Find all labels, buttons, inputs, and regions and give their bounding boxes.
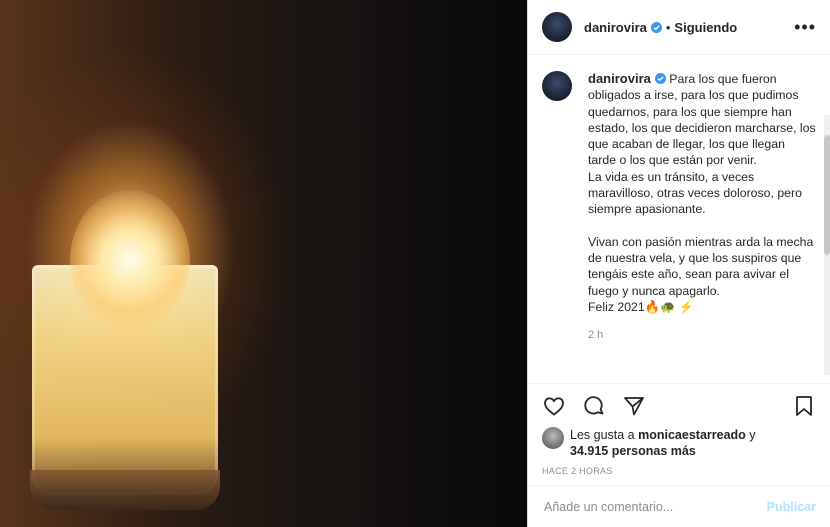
likes-mid: y [745, 428, 756, 442]
likes-text: Les gusta a monicaestarreado y 34.915 pe… [570, 427, 756, 459]
post-image[interactable] [0, 0, 527, 527]
post-header: danirovira • Siguiendo ••• [528, 0, 830, 55]
post-age[interactable]: HACE 2 HORAS [528, 459, 830, 476]
candle-flame [70, 190, 190, 330]
caption-area: danirovira Para los que fueron obligados… [528, 55, 830, 383]
likes-prefix: Les gusta a [570, 428, 639, 442]
caption-avatar[interactable] [542, 71, 572, 101]
verified-badge-icon [654, 73, 666, 84]
header-username[interactable]: danirovira [584, 20, 647, 35]
post-sidebar: danirovira • Siguiendo ••• danirovira Pa… [527, 0, 830, 527]
publish-button[interactable]: Publicar [767, 500, 816, 514]
caption-paragraph-2: La vida es un tránsito, a veces maravill… [588, 169, 802, 217]
comment-icon[interactable] [582, 394, 606, 418]
scrollbar-thumb[interactable] [824, 135, 830, 255]
caption-paragraph-3: Vivan con pasión mientras arda la mecha … [588, 234, 814, 298]
action-bar [528, 383, 830, 427]
avatar[interactable] [542, 12, 572, 42]
bookmark-icon[interactable] [792, 394, 816, 418]
liker-avatar[interactable] [542, 427, 564, 449]
liker-username[interactable]: monicaestarreado [638, 428, 746, 442]
caption-row: danirovira Para los que fueron obligados… [542, 71, 816, 315]
caption-username[interactable]: danirovira [588, 71, 651, 86]
follow-status-button[interactable]: Siguiendo [674, 20, 737, 35]
comment-bar: Publicar [528, 485, 830, 527]
caption-paragraph-1: Para los que fueron obligados a irse, pa… [588, 72, 816, 168]
image-shadow [360, 0, 527, 527]
instagram-post-view: danirovira • Siguiendo ••• danirovira Pa… [0, 0, 830, 527]
caption-scrollbar[interactable] [824, 115, 830, 375]
likes-count[interactable]: 34.915 personas más [570, 444, 696, 458]
separator-dot: • [665, 19, 671, 35]
verified-badge-icon [650, 21, 662, 33]
more-dots-icon[interactable]: ••• [794, 17, 816, 38]
likes-summary: Les gusta a monicaestarreado y 34.915 pe… [528, 427, 830, 459]
caption-paragraph-4: Feliz 2021🔥🐢 ⚡ [588, 299, 695, 314]
candle-base [30, 470, 220, 510]
comment-input[interactable] [542, 498, 767, 515]
share-icon[interactable] [622, 394, 646, 418]
heart-icon[interactable] [542, 394, 566, 418]
caption-text: danirovira Para los que fueron obligados… [588, 71, 816, 315]
caption-time[interactable]: 2 h [588, 329, 816, 341]
